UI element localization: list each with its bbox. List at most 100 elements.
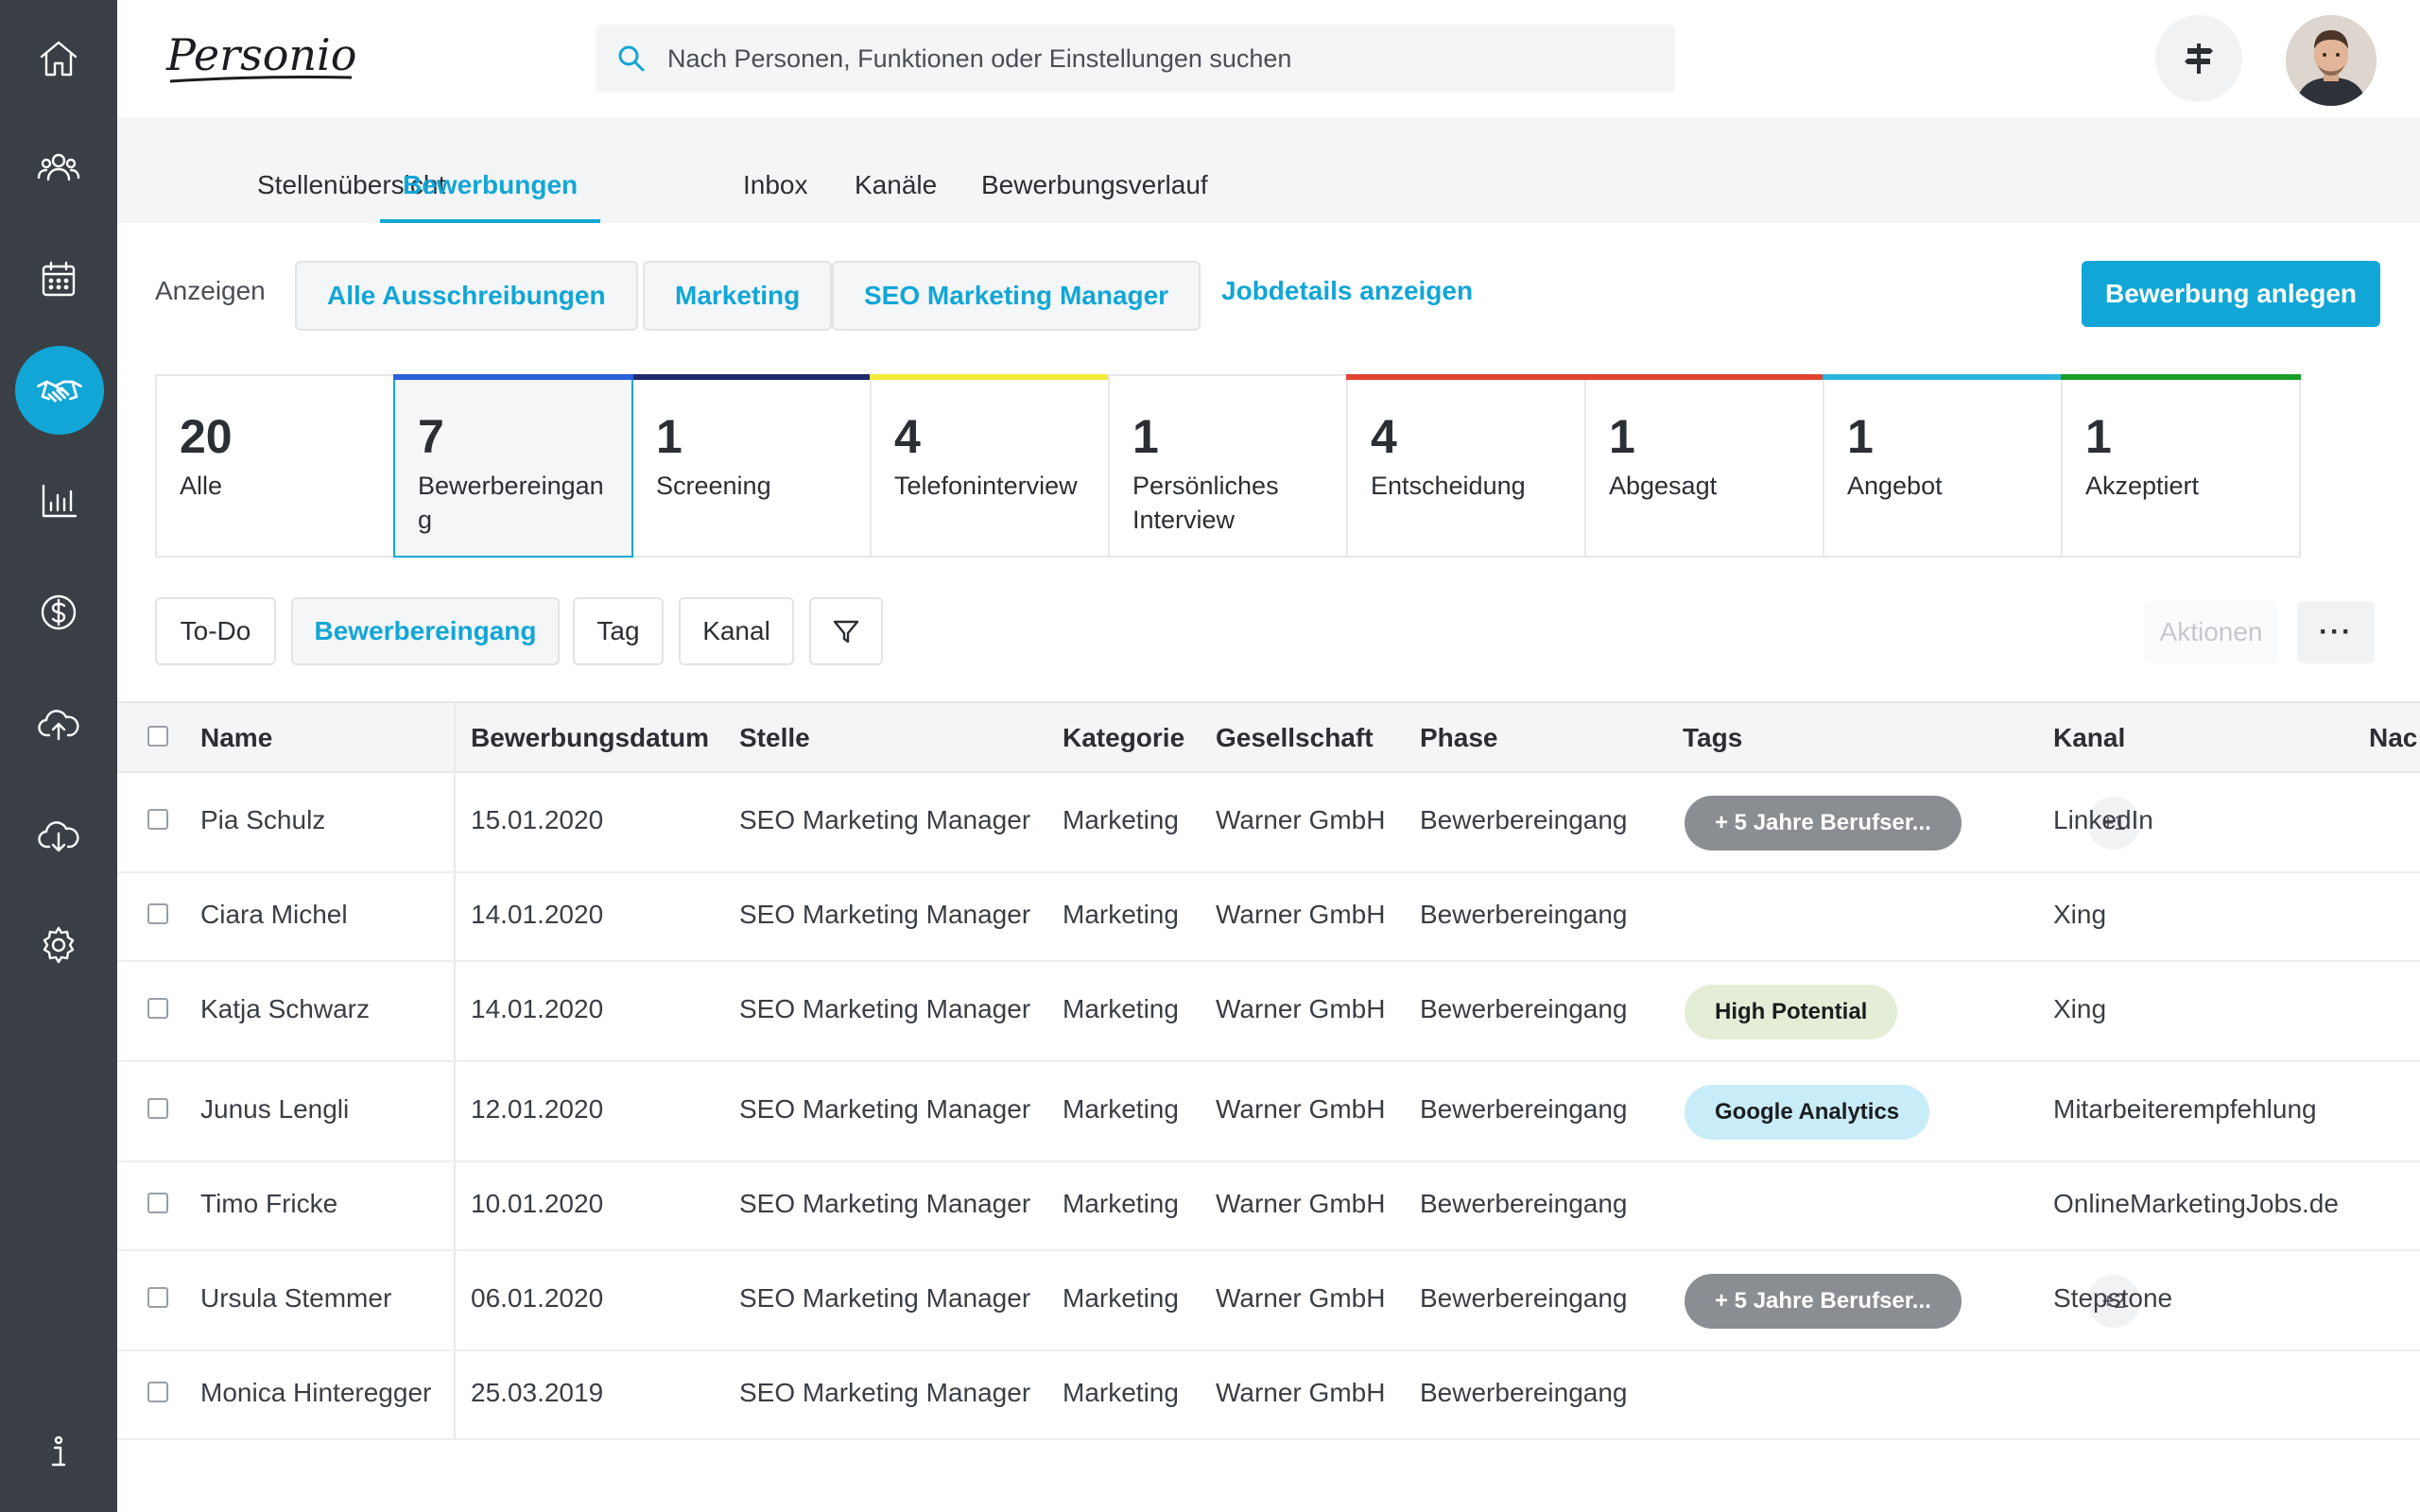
funnel-icon: [833, 620, 859, 644]
applicant-name[interactable]: Junus Lengli: [200, 1094, 349, 1125]
create-application-button[interactable]: Bewerbung anlegen: [2082, 261, 2380, 327]
phase-card-telefoninterview[interactable]: 4 Telefoninterview: [870, 374, 1110, 558]
column-header-name[interactable]: Name: [200, 703, 272, 773]
cloud-download-icon[interactable]: [23, 799, 95, 871]
more-options-button[interactable]: ···: [2297, 601, 2375, 663]
select-all-checkbox[interactable]: [147, 726, 168, 747]
tag-filter-button[interactable]: Tag: [573, 597, 664, 665]
phase-card-persoenliches-interview[interactable]: 1 Persönliches Interview: [1108, 374, 1348, 558]
table-row[interactable]: Katja Schwarz 14.01.2020 SEO Marketing M…: [117, 962, 2420, 1062]
table-row[interactable]: Ursula Stemmer 06.01.2020 SEO Marketing …: [117, 1251, 2420, 1351]
phase-card-bewerbereingang[interactable]: 7 Bewerbereingang: [393, 374, 633, 558]
column-divider: [454, 773, 456, 871]
application-date: 25.03.2019: [471, 1378, 604, 1407]
column-header-phase[interactable]: Phase: [1420, 703, 1498, 773]
home-icon[interactable]: [23, 23, 95, 94]
phase-card-akzeptiert[interactable]: 1 Akzeptiert: [2061, 374, 2301, 558]
category: Marketing: [1063, 1094, 1179, 1124]
phase-count: 1: [1847, 410, 1874, 463]
tag-badge[interactable]: High Potential: [1685, 985, 1898, 1040]
personio-logo[interactable]: Personio: [163, 21, 361, 96]
phase-count: 1: [1609, 410, 1635, 463]
phase-color-bar: [1823, 374, 2063, 380]
signpost-button[interactable]: [2155, 15, 2242, 102]
application-date: 15.01.2020: [471, 805, 604, 834]
column-header-position[interactable]: Stelle: [739, 703, 810, 773]
handshake-icon[interactable]: [15, 346, 104, 435]
column-header-company[interactable]: Gesellschaft: [1216, 703, 1374, 773]
application-date: 06.01.2020: [471, 1283, 604, 1313]
phase-filter-button[interactable]: Bewerbereingang: [291, 597, 560, 665]
phase-card-entscheidung[interactable]: 4 Entscheidung: [1346, 374, 1586, 558]
phase-card-abgesagt[interactable]: 1 Abgesagt: [1584, 374, 1824, 558]
phase-card-screening[interactable]: 1 Screening: [631, 374, 872, 558]
column-divider: [454, 703, 456, 771]
applicant-name[interactable]: Ursula Stemmer: [200, 1283, 391, 1314]
filter-chip-seo-manager[interactable]: SEO Marketing Manager: [832, 261, 1201, 331]
chart-icon[interactable]: [23, 465, 95, 537]
search-input[interactable]: [667, 43, 1613, 74]
people-icon[interactable]: [23, 132, 95, 204]
tab-kanaele[interactable]: Kanäle: [855, 166, 937, 223]
phase-label: Persönliches Interview: [1132, 472, 1279, 534]
phase-label: Entscheidung: [1371, 472, 1526, 500]
applicant-name[interactable]: Pia Schulz: [200, 805, 325, 835]
table-row[interactable]: Monica Hinteregger 25.03.2019 SEO Market…: [117, 1351, 2420, 1440]
phase-count: 1: [656, 410, 683, 463]
actions-button[interactable]: Aktionen: [2144, 601, 2278, 663]
row-checkbox[interactable]: [147, 1287, 168, 1308]
row-checkbox[interactable]: [147, 1193, 168, 1213]
column-header-date[interactable]: Bewerbungsdatum: [471, 703, 709, 773]
job-details-link[interactable]: Jobdetails anzeigen: [1221, 276, 1473, 306]
column-header-tags[interactable]: Tags: [1683, 703, 1742, 773]
phase-count: 1: [2085, 410, 2112, 463]
column-divider: [454, 1351, 456, 1438]
column-header-channel[interactable]: Kanal: [2053, 703, 2125, 773]
application-date: 14.01.2020: [471, 900, 604, 929]
todo-filter-button[interactable]: To-Do: [155, 597, 276, 665]
search-icon: [618, 45, 645, 72]
tab-inbox[interactable]: Inbox: [743, 166, 808, 223]
svg-text:Personio: Personio: [165, 29, 356, 80]
tab-bewerbungsverlauf[interactable]: Bewerbungsverlauf: [981, 166, 1208, 223]
table-row[interactable]: Timo Fricke 10.01.2020 SEO Marketing Man…: [117, 1162, 2420, 1251]
applicant-name[interactable]: Timo Fricke: [200, 1189, 337, 1219]
row-checkbox[interactable]: [147, 809, 168, 830]
global-search[interactable]: [596, 25, 1675, 93]
applicant-name[interactable]: Katja Schwarz: [200, 994, 370, 1024]
user-avatar[interactable]: [2286, 15, 2377, 106]
phase: Bewerbereingang: [1420, 1283, 1628, 1313]
cloud-upload-icon[interactable]: [23, 688, 95, 760]
table-row[interactable]: Pia Schulz 15.01.2020 SEO Marketing Mana…: [117, 773, 2420, 873]
phase-label: Screening: [656, 472, 771, 500]
tag-badge[interactable]: + 5 Jahre Berufser...: [1685, 796, 1962, 850]
table-row[interactable]: Ciara Michel 14.01.2020 SEO Marketing Ma…: [117, 873, 2420, 962]
column-header-category[interactable]: Kategorie: [1063, 703, 1184, 773]
tag-badge[interactable]: + 5 Jahre Berufser...: [1685, 1274, 1962, 1329]
table-row[interactable]: Junus Lengli 12.01.2020 SEO Marketing Ma…: [117, 1062, 2420, 1162]
column-header-next[interactable]: Nac: [2369, 703, 2417, 773]
row-checkbox[interactable]: [147, 903, 168, 924]
calendar-icon[interactable]: [23, 244, 95, 316]
row-checkbox[interactable]: [147, 998, 168, 1019]
tag-badge[interactable]: Google Analytics: [1685, 1085, 1930, 1140]
tab-bewerbungen[interactable]: Bewerbungen: [380, 166, 601, 223]
applicant-name[interactable]: Monica Hinteregger: [200, 1378, 431, 1408]
row-checkbox[interactable]: [147, 1382, 168, 1402]
dollar-icon[interactable]: [23, 576, 95, 648]
filter-chip-marketing[interactable]: Marketing: [643, 261, 833, 331]
row-checkbox[interactable]: [147, 1098, 168, 1119]
channel-filter-button[interactable]: Kanal: [679, 597, 794, 665]
filter-chip-all-jobs[interactable]: Alle Ausschreibungen: [295, 261, 638, 331]
info-icon[interactable]: [23, 1416, 95, 1487]
category: Marketing: [1063, 900, 1179, 929]
phase-label: Alle: [180, 472, 223, 500]
applicant-name[interactable]: Ciara Michel: [200, 900, 348, 930]
filter-button[interactable]: [809, 597, 883, 665]
phase-card-angebot[interactable]: 1 Angebot: [1823, 374, 2063, 558]
phase-label: Telefoninterview: [894, 472, 1078, 500]
gear-icon[interactable]: [23, 909, 95, 981]
sidebar: [0, 0, 117, 1512]
application-date: 10.01.2020: [471, 1189, 604, 1218]
phase-card-all[interactable]: 20 Alle: [155, 374, 395, 558]
